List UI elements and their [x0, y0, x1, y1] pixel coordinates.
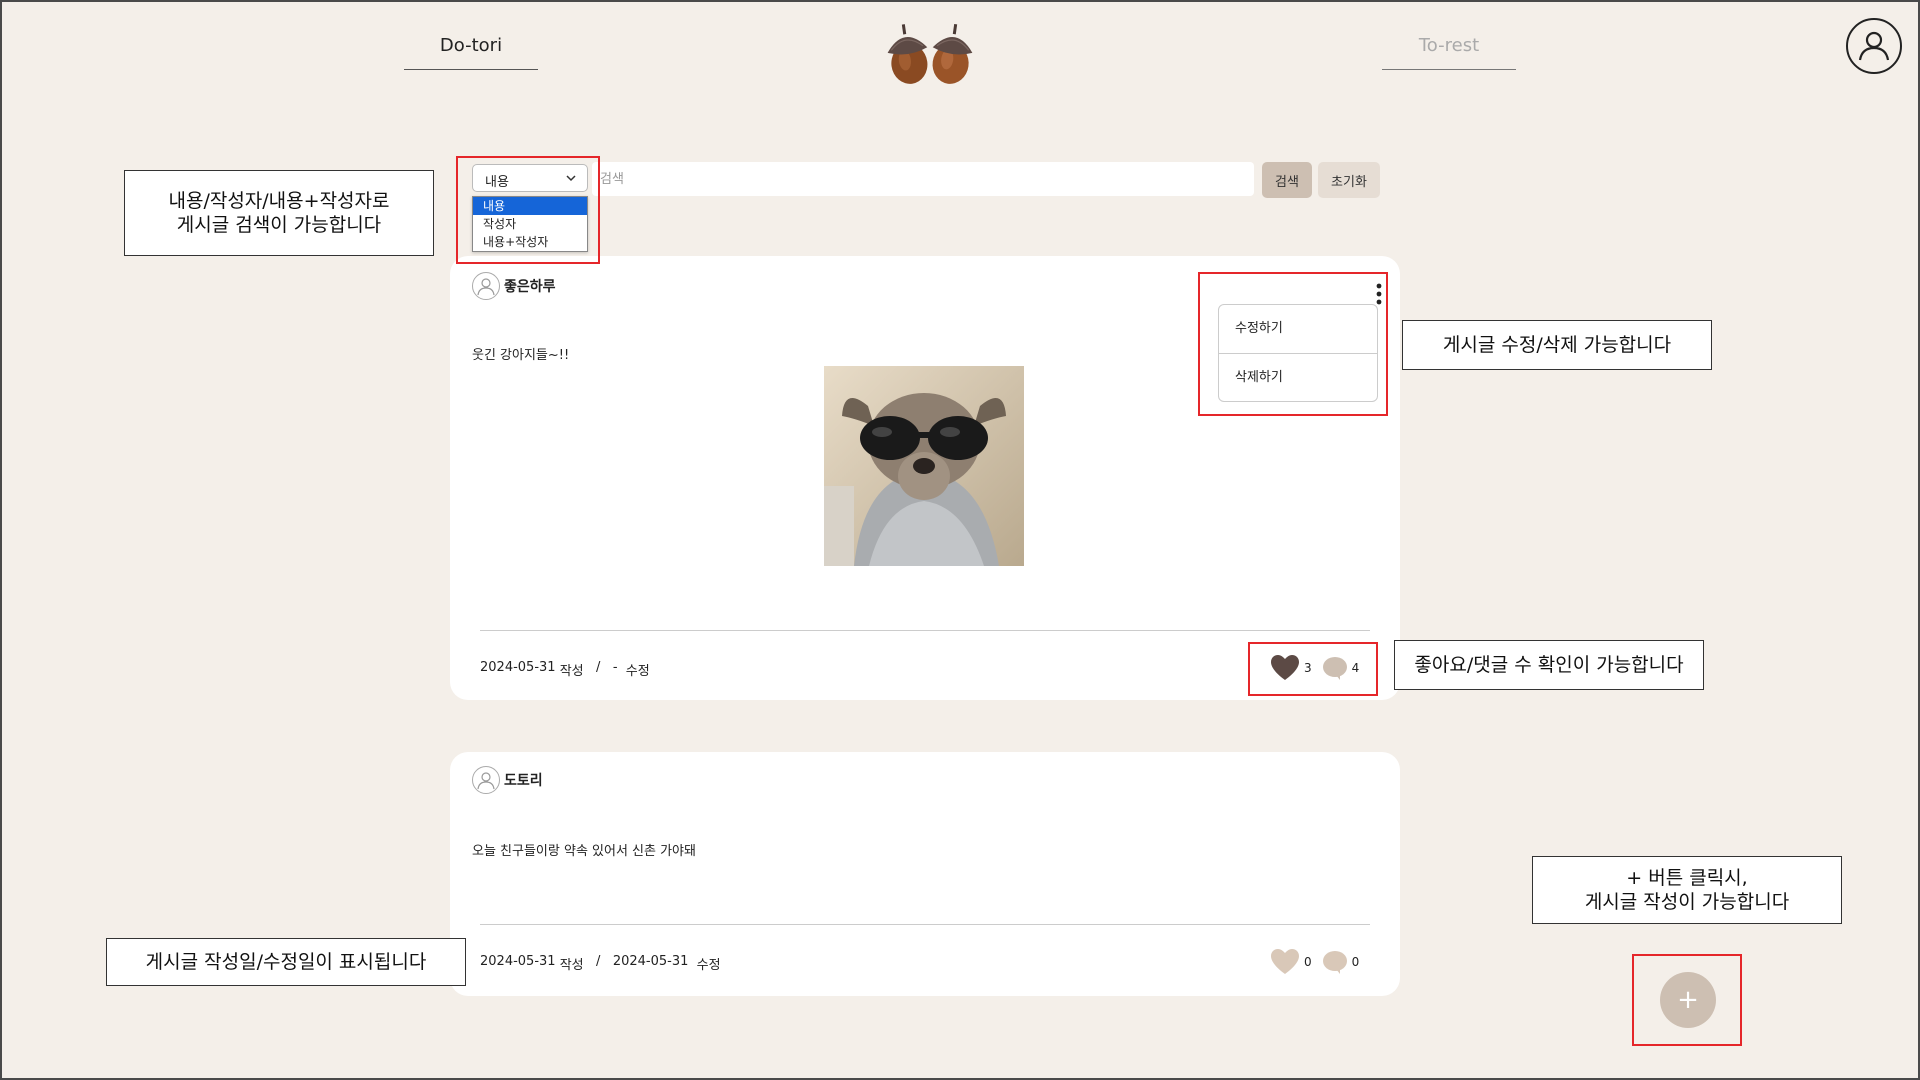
- divider: [480, 924, 1370, 925]
- heart-icon[interactable]: [1270, 654, 1300, 682]
- post-options-menu: 수정하기 삭제하기: [1218, 304, 1378, 402]
- created-label: 작성: [559, 664, 584, 679]
- add-post-button[interactable]: +: [1660, 972, 1716, 1028]
- post-author: 좋은하루: [472, 272, 556, 300]
- post-dates: 2024-05-31 작성 / - 수정: [480, 660, 650, 679]
- created-date: 2024-05-31: [480, 954, 556, 969]
- avatar: [472, 272, 500, 300]
- author-name: 좋은하루: [504, 279, 556, 295]
- annotation-stats: 좋아요/댓글 수 확인이 가능합니다: [1394, 640, 1704, 690]
- post-dates: 2024-05-31 작성 / 2024-05-31 수정: [480, 954, 721, 973]
- user-icon: [477, 772, 495, 790]
- post-card[interactable]: 좋은하루 웃긴 강아지들~!! 수정하기 삭제하기 2024-05-31 작성 …: [450, 256, 1400, 700]
- user-icon: [477, 278, 495, 296]
- post-author: 도토리: [472, 766, 543, 794]
- heart-icon[interactable]: [1270, 948, 1300, 976]
- acorn-icon[interactable]: [882, 14, 980, 88]
- delete-post-button[interactable]: 삭제하기: [1219, 353, 1377, 401]
- annotation-dates: 게시글 작성일/수정일이 표시됩니다: [106, 938, 466, 986]
- created-label: 작성: [559, 958, 584, 973]
- nav-tab-to-rest[interactable]: To-rest: [1382, 36, 1516, 70]
- modified-date: 2024-05-31: [612, 954, 689, 969]
- profile-button[interactable]: [1846, 18, 1902, 74]
- search-button[interactable]: 검색: [1262, 162, 1312, 198]
- dog-photo[interactable]: [824, 366, 1024, 566]
- modified-label: 수정: [696, 958, 721, 973]
- search-type-select[interactable]: 내용: [472, 164, 588, 192]
- annotation-edit: 게시글 수정/삭제 가능합니다: [1402, 320, 1712, 370]
- like-count: 0: [1304, 955, 1312, 969]
- search-type-dropdown: 내용 작성자 내용+작성자: [472, 196, 588, 252]
- comment-icon[interactable]: [1322, 949, 1348, 975]
- created-date: 2024-05-31: [480, 660, 556, 675]
- search-type-value: 내용: [485, 175, 509, 190]
- reset-button[interactable]: 초기화: [1318, 162, 1380, 198]
- post-content: 웃긴 강아지들~!!: [472, 348, 570, 363]
- post-stats: 0 0: [1270, 948, 1369, 976]
- nav-tab-do-tori[interactable]: Do-tori: [404, 36, 538, 70]
- modified-label: 수정: [625, 664, 650, 679]
- dropdown-option-content-author[interactable]: 내용+작성자: [473, 233, 587, 251]
- search-input[interactable]: [592, 162, 1254, 196]
- dropdown-option-content[interactable]: 내용: [473, 197, 587, 215]
- more-options-icon[interactable]: [1372, 282, 1386, 306]
- dropdown-option-author[interactable]: 작성자: [473, 215, 587, 233]
- annotation-search: 내용/작성자/내용+작성자로 게시글 검색이 가능합니다: [124, 170, 434, 256]
- avatar: [472, 766, 500, 794]
- edit-post-button[interactable]: 수정하기: [1219, 305, 1377, 353]
- comment-count: 0: [1351, 955, 1360, 969]
- comment-icon[interactable]: [1322, 655, 1348, 681]
- post-content: 오늘 친구들이랑 약속 있어서 신촌 가야돼: [472, 844, 696, 859]
- post-card[interactable]: 도토리 오늘 친구들이랑 약속 있어서 신촌 가야돼 2024-05-31 작성…: [450, 752, 1400, 996]
- author-name: 도토리: [504, 773, 543, 789]
- chevron-down-icon: [566, 175, 576, 182]
- like-count: 3: [1304, 661, 1312, 675]
- user-icon: [1858, 31, 1890, 61]
- divider: [480, 630, 1370, 631]
- comment-count: 4: [1351, 661, 1360, 675]
- annotation-write: + 버튼 클릭시, 게시글 작성이 가능합니다: [1532, 856, 1842, 924]
- post-stats: 3 4: [1270, 654, 1369, 682]
